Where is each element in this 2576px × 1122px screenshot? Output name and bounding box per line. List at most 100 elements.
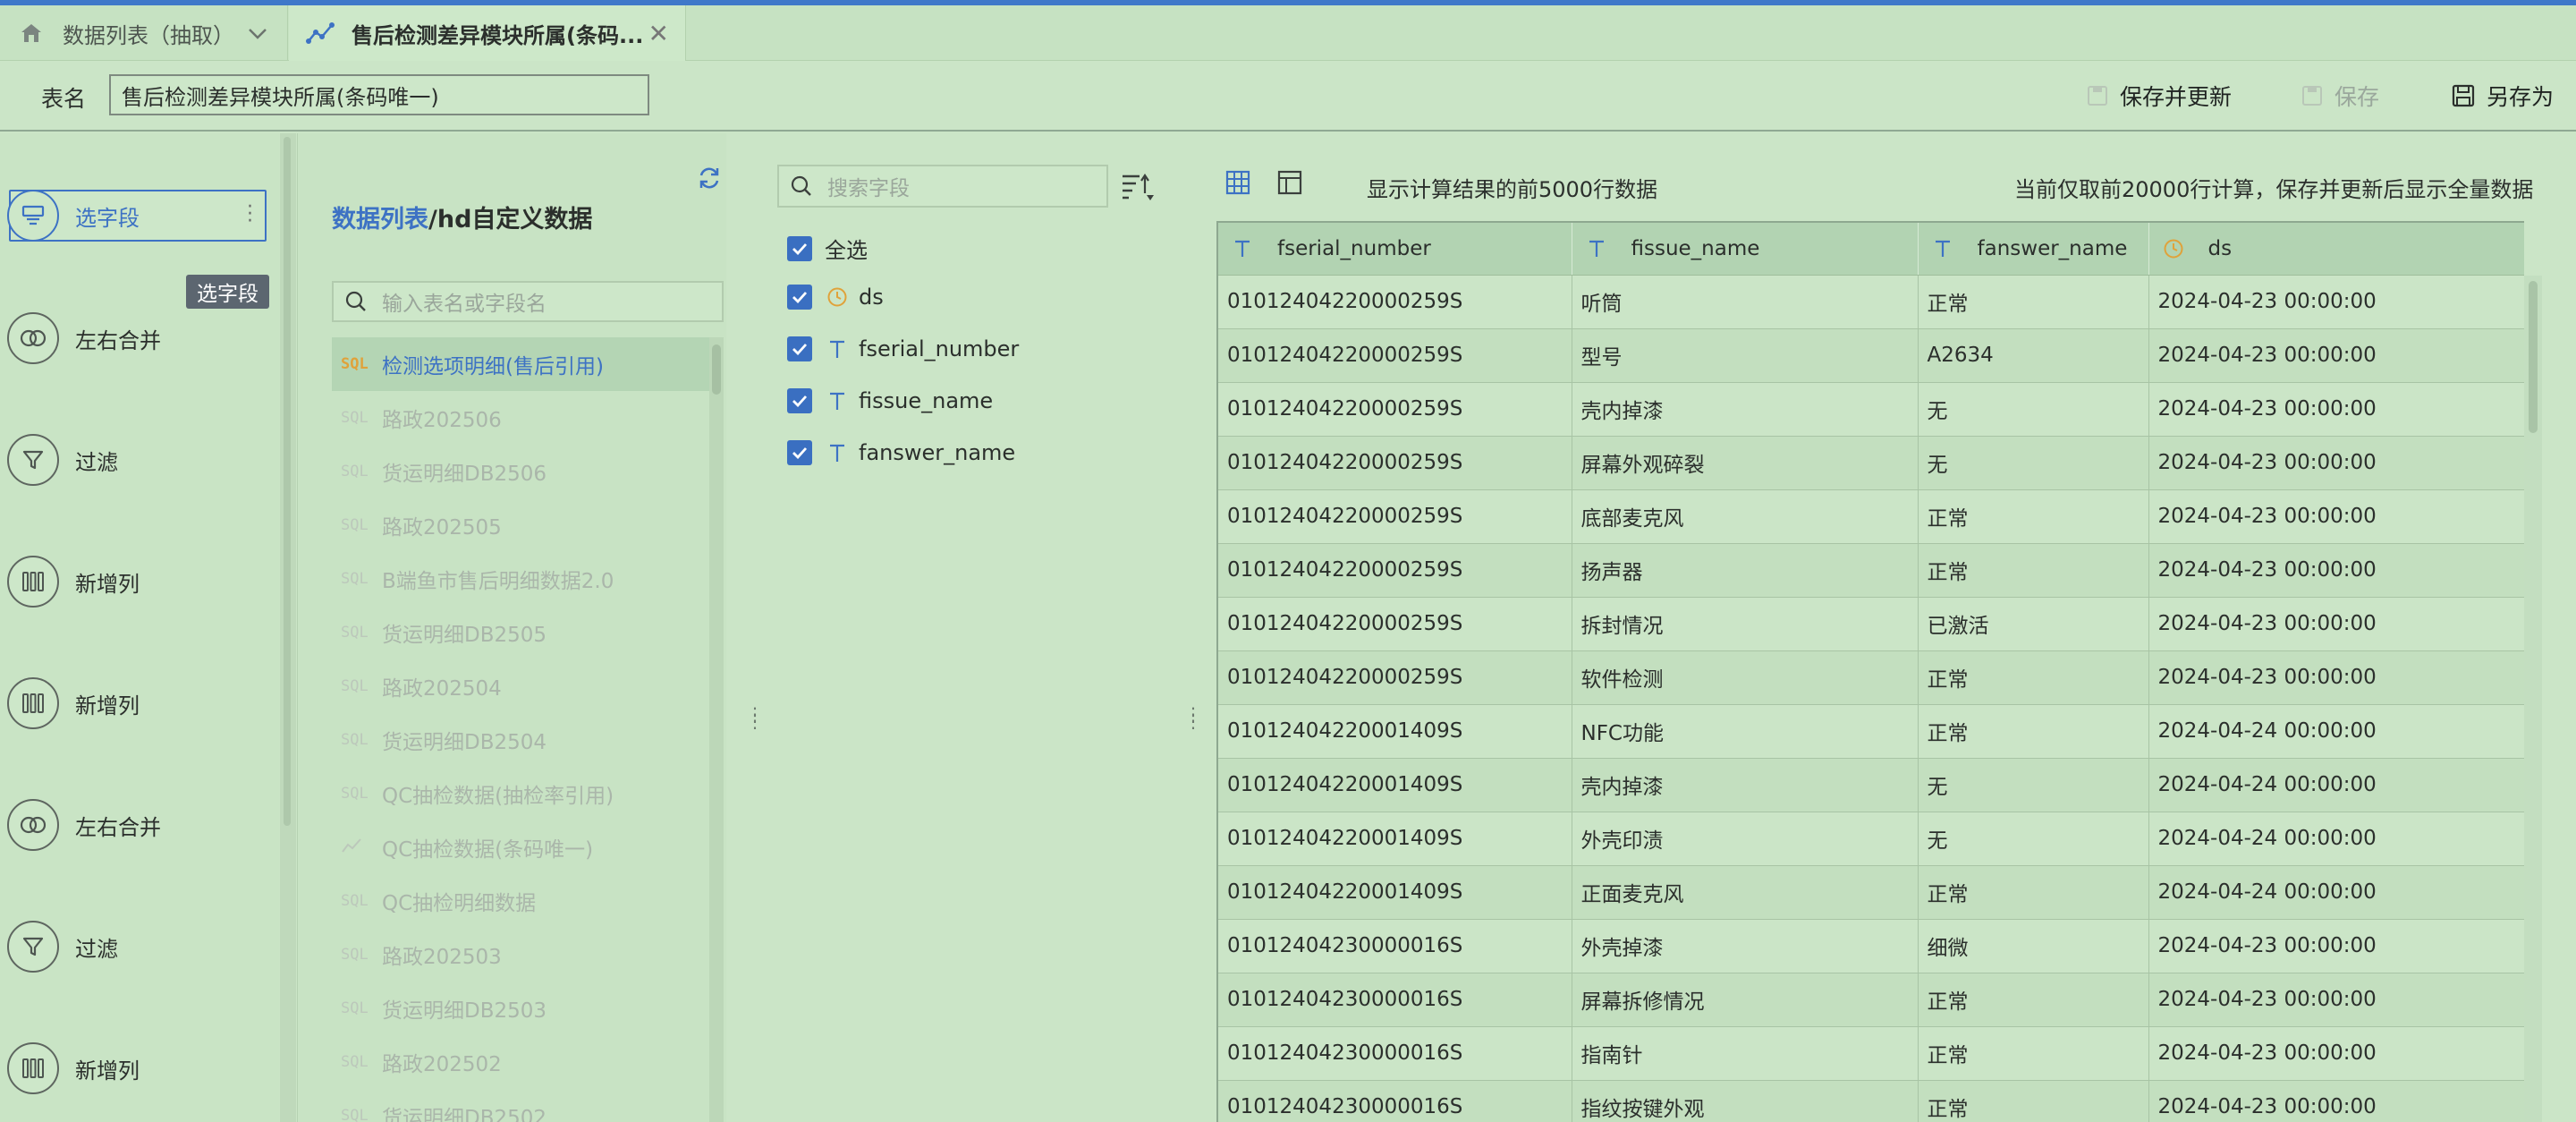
layout-view-icon[interactable] <box>1277 170 1302 195</box>
field-item[interactable]: fanswer_name <box>787 440 1015 465</box>
list-item[interactable]: SQL 货运明细DB2506 <box>332 445 711 498</box>
select-all-checkbox[interactable]: 全选 <box>787 233 868 264</box>
list-item[interactable]: SQL 路政202502 <box>332 1035 711 1089</box>
column-header[interactable]: fanswer_name <box>1918 223 2149 276</box>
table-cell: 01012404220000259S <box>1218 275 1572 329</box>
tab-current-table[interactable]: 售后检测差异模块所属(条码... ✕ <box>289 5 686 61</box>
table-name-input[interactable]: 售后检测差异模块所属(条码唯一) <box>109 74 649 115</box>
table-cell: A2634 <box>1918 328 2149 383</box>
table-row[interactable]: 01012404230000016S 外壳掉漆 细微 2024-04-23 00:00… <box>1218 919 2524 973</box>
data-list-link[interactable]: 数据列表 <box>332 206 428 234</box>
table-cell: 2024-04-23 00:00:00 <box>2148 328 2524 383</box>
scroll-thumb[interactable] <box>712 344 721 395</box>
table-cell: 01012404220000259S <box>1218 597 1572 651</box>
table-row[interactable]: 01012404220000259S 听筒 正常 2024-04-23 00:00:0… <box>1218 275 2524 329</box>
table-row[interactable]: 01012404230000016S 指南针 正常 2024-04-23 00:00:… <box>1218 1026 2524 1081</box>
column-header[interactable]: ds <box>2148 223 2524 276</box>
table-cell: 无 <box>1918 758 2149 812</box>
step-merge[interactable]: 左右合并 <box>7 312 161 364</box>
preview-table-scrollbar[interactable] <box>2524 276 2542 1122</box>
save-and-update-button[interactable]: 保存并更新 <box>2086 80 2232 112</box>
table-cell: NFC功能 <box>1572 704 1919 759</box>
list-item[interactable]: SQL 路政202505 <box>332 498 711 552</box>
sql-icon: SQL <box>341 1107 369 1122</box>
add-column-icon <box>7 556 59 608</box>
list-item[interactable]: SQL QC抽检数据(抽检率引用) <box>332 767 711 820</box>
list-item[interactable]: SQL 路政202506 <box>332 391 711 445</box>
scroll-thumb[interactable] <box>284 137 291 826</box>
list-item[interactable]: SQL 货运明细DB2502 <box>332 1089 711 1122</box>
table-row[interactable]: 01012404220000259S 扬声器 正常 2024-04-23 00:00:… <box>1218 543 2524 598</box>
step-panel-scrollbar[interactable] <box>280 133 296 1122</box>
table-cell: 2024-04-23 00:00:00 <box>2148 1026 2524 1081</box>
step-add-column[interactable]: 新增列 <box>7 556 140 608</box>
step-merge[interactable]: 左右合并 <box>7 799 161 851</box>
close-icon[interactable]: ✕ <box>648 19 669 48</box>
list-item[interactable]: SQL 检测选项明细(售后引用) <box>332 337 711 391</box>
table-cell: 正常 <box>1918 1080 2149 1122</box>
source-list-scrollbar[interactable] <box>709 337 724 1122</box>
list-item[interactable]: SQL 路政202504 <box>332 659 711 713</box>
resize-handle-icon[interactable]: ⋮ ⋮ <box>746 705 764 730</box>
table-row[interactable]: 01012404220001409S 壳内掉漆无 2024-04-24 00:00:… <box>1218 758 2524 812</box>
sql-icon: SQL <box>341 677 369 695</box>
step-select-field[interactable]: 选字段 <box>7 190 140 242</box>
table-row[interactable]: 01012404220000259S 壳内掉漆无 2024-04-23 00:00:… <box>1218 382 2524 437</box>
column-header-label: fanswer_name <box>1977 236 2128 260</box>
table-cell: 软件检测 <box>1572 650 1919 705</box>
save-button[interactable]: 保存 <box>2301 80 2379 112</box>
add-column-icon <box>7 677 59 729</box>
field-item[interactable]: ds <box>787 285 884 310</box>
table-cell: 外壳印渍 <box>1572 812 1919 866</box>
sql-icon: SQL <box>341 1053 369 1071</box>
preview-table: fserial_number fissue_name fanswer_name … <box>1216 221 2524 1122</box>
chevron-down-icon[interactable] <box>248 21 267 46</box>
filter-icon <box>7 434 59 486</box>
table-row[interactable]: 01012404220001409S 正面麦克风 正常 2024-04-24 00:0… <box>1218 865 2524 920</box>
table-row[interactable]: 01012404230000016S 指纹按键外观 正常 2024-04-23 00:… <box>1218 1080 2524 1122</box>
text-type-icon <box>825 390 850 412</box>
list-item[interactable]: SQL B端鱼市售后明细数据2.0 <box>332 552 711 606</box>
select-field-icon <box>7 190 59 242</box>
list-item[interactable]: SQL 货运明细DB2505 <box>332 606 711 659</box>
save-label: 保存 <box>2334 84 2380 110</box>
resize-handle-icon[interactable]: ⋮ ⋮ <box>1184 705 1202 730</box>
table-row[interactable]: 01012404220001409S NFC功能 正常 2024-04-24 00:0… <box>1218 704 2524 759</box>
list-item[interactable]: SQL QC抽检明细数据 <box>332 874 711 928</box>
scroll-thumb[interactable] <box>2529 281 2538 433</box>
table-row[interactable]: 01012404230000016S 屏幕拆修情况 正常 2024-04-23 00:… <box>1218 973 2524 1027</box>
field-item[interactable]: fserial_number <box>787 336 1019 361</box>
column-header[interactable]: fserial_number <box>1218 223 1572 276</box>
table-row[interactable]: 01012404220000259S 型号 A2634 2024-04-23 00:0… <box>1218 328 2524 383</box>
table-search-input[interactable]: 输入表名或字段名 <box>332 281 724 322</box>
table-cell: 2024-04-23 00:00:00 <box>2148 543 2524 598</box>
grid-view-icon[interactable] <box>1225 170 1250 195</box>
field-search-input[interactable]: 搜索字段 <box>777 165 1108 208</box>
refresh-icon[interactable] <box>697 166 722 194</box>
sort-icon[interactable] <box>1120 172 1156 208</box>
tab-data-list[interactable]: 数据列表（抽取） <box>0 5 288 61</box>
table-cell: 已激活 <box>1918 597 2149 651</box>
column-header-label: fserial_number <box>1277 236 1431 260</box>
list-item-label: B端鱼市售后明细数据2.0 <box>382 570 614 593</box>
step-filter[interactable]: 过滤 <box>7 434 118 486</box>
table-row[interactable]: 01012404220001409S 外壳印渍无 2024-04-24 00:00:… <box>1218 812 2524 866</box>
field-item[interactable]: fissue_name <box>787 388 993 413</box>
clock-icon <box>825 286 850 308</box>
table-row[interactable]: 01012404220000259S 拆封情况 已激活 2024-04-23 00:0… <box>1218 597 2524 651</box>
table-row[interactable]: 01012404220000259S 屏幕外观碎裂无 2024-04-23 00:0… <box>1218 436 2524 490</box>
list-item[interactable]: SQL 路政202503 <box>332 928 711 982</box>
list-item[interactable]: SQL 货运明细DB2503 <box>332 982 711 1035</box>
table-row[interactable]: 01012404220000259S 软件检测 正常 2024-04-23 00:00… <box>1218 650 2524 705</box>
list-item[interactable]: SQL 货运明细DB2504 <box>332 713 711 767</box>
column-header[interactable]: fissue_name <box>1572 223 1919 276</box>
checkbox-checked-icon <box>787 285 812 310</box>
step-add-column[interactable]: 新增列 <box>7 677 140 729</box>
save-as-button[interactable]: 另存为 <box>2451 80 2554 112</box>
step-filter[interactable]: 过滤 <box>7 921 118 973</box>
step-add-column[interactable]: 新增列 <box>7 1042 140 1094</box>
table-row[interactable]: 01012404220000259S 底部麦克风 正常 2024-04-23 00:0… <box>1218 489 2524 544</box>
save-as-icon <box>2451 83 2476 108</box>
more-options-icon[interactable]: · · · <box>247 198 253 232</box>
list-item[interactable]: QC抽检数据(条码唯一) <box>332 820 711 874</box>
